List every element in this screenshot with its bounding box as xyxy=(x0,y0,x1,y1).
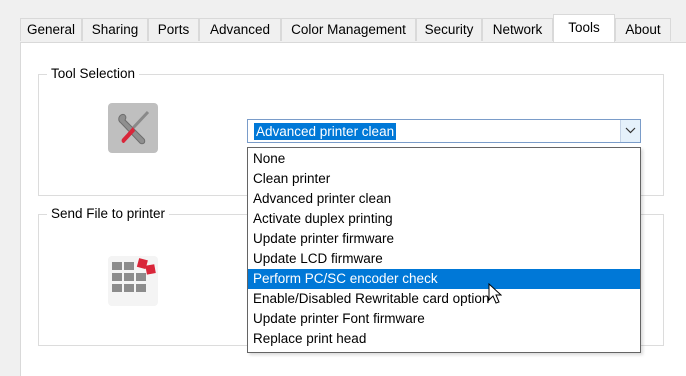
chevron-down-icon xyxy=(625,127,636,134)
tab-about[interactable]: About xyxy=(615,18,671,41)
printer-tools-icon[interactable] xyxy=(108,103,158,153)
tab-general[interactable]: General xyxy=(20,18,82,41)
option-replace-print-head[interactable]: Replace print head xyxy=(248,329,640,349)
tool-dropdown-list: None Clean printer Advanced printer clea… xyxy=(247,147,641,353)
option-update-lcd-firmware[interactable]: Update LCD firmware xyxy=(248,249,640,269)
tab-ports[interactable]: Ports xyxy=(148,18,199,41)
combo-dropdown-button[interactable] xyxy=(620,120,640,142)
option-advanced-printer-clean[interactable]: Advanced printer clean xyxy=(248,189,640,209)
option-perform-pcsc-encoder-check[interactable]: Perform PC/SC encoder check xyxy=(248,269,640,289)
tab-advanced[interactable]: Advanced xyxy=(199,18,281,41)
tool-select-combobox[interactable]: Advanced printer clean xyxy=(247,119,641,143)
tab-tools[interactable]: Tools xyxy=(553,14,615,42)
send-file-icon[interactable] xyxy=(108,256,158,306)
tab-sharing[interactable]: Sharing xyxy=(82,18,148,41)
tool-selection-title: Tool Selection xyxy=(47,65,140,83)
tab-security[interactable]: Security xyxy=(416,18,482,41)
send-file-title: Send File to printer xyxy=(47,205,170,223)
option-clean-printer[interactable]: Clean printer xyxy=(248,169,640,189)
option-activate-duplex-printing[interactable]: Activate duplex printing xyxy=(248,209,640,229)
tab-network[interactable]: Network xyxy=(482,18,553,41)
option-update-printer-font-firmware[interactable]: Update printer Font firmware xyxy=(248,309,640,329)
tool-select-value: Advanced printer clean xyxy=(254,123,397,140)
option-none[interactable]: None xyxy=(248,149,640,169)
option-update-printer-firmware[interactable]: Update printer firmware xyxy=(248,229,640,249)
option-enable-disabled-rewritable-card-option[interactable]: Enable/Disabled Rewritable card option xyxy=(248,289,640,309)
mouse-pointer-icon xyxy=(488,283,502,304)
tab-color-management[interactable]: Color Management xyxy=(281,18,416,41)
